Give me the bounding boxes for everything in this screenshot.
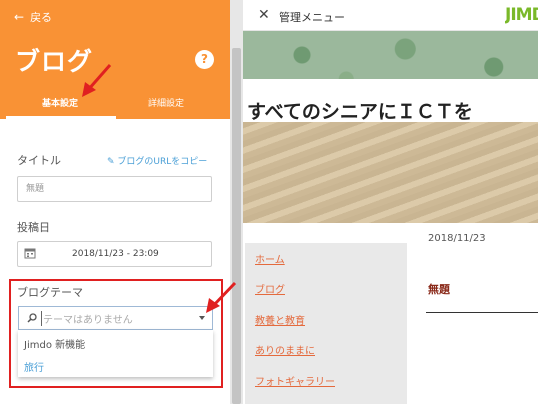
post-title-link[interactable]: 無題 — [428, 281, 450, 297]
date-input[interactable]: 2018/11/23 - 23:09 — [17, 241, 212, 267]
admin-menu-label[interactable]: 管理メニュー — [279, 9, 345, 25]
post-date: 2018/11/23 — [428, 233, 486, 244]
back-label: 戻る — [30, 11, 53, 24]
nav-link-gallery[interactable]: フォトギャラリー — [255, 373, 335, 388]
tab-detail-settings[interactable]: 詳細設定 — [148, 96, 184, 109]
back-arrow-icon: ← — [14, 10, 25, 24]
annotation-arrow-icon — [82, 64, 112, 97]
calendar-icon — [24, 248, 36, 259]
date-label: 投稿日 — [17, 221, 50, 234]
help-icon[interactable]: ? — [195, 50, 214, 69]
nav-link-as-is[interactable]: ありのままに — [255, 342, 315, 357]
title-input[interactable]: 無題 — [17, 176, 212, 202]
nav-link-blog[interactable]: ブログ — [255, 281, 285, 296]
back-button[interactable]: ← 戻る — [14, 9, 52, 25]
annotation-arrow-icon — [206, 281, 237, 313]
jimdo-logo: JIMDO — [505, 5, 538, 25]
close-icon[interactable]: ✕ — [258, 7, 270, 23]
copy-url-link[interactable]: ✎ ブログのURLをコピー — [107, 154, 207, 167]
scrollbar-thumb[interactable] — [232, 48, 241, 404]
nav-link-home[interactable]: ホーム — [255, 251, 285, 266]
title-label: タイトル — [17, 154, 61, 167]
tab-basic-settings[interactable]: 基本設定 — [42, 96, 78, 109]
active-tab-indicator — [6, 116, 116, 119]
nav-link-education[interactable]: 教養と教育 — [255, 312, 305, 327]
annotation-highlight-box — [9, 279, 223, 388]
admin-top-bar: ✕ 管理メニュー JIMDO — [243, 0, 538, 31]
divider — [426, 312, 538, 313]
sand-header-image — [243, 122, 538, 223]
date-value: 2018/11/23 - 23:09 — [72, 249, 159, 259]
site-navigation: ホーム ブログ 教養と教育 ありのままに フォトギャラリー — [245, 243, 407, 404]
site-title: すべてのシニアにＩＣＴを — [247, 101, 473, 123]
